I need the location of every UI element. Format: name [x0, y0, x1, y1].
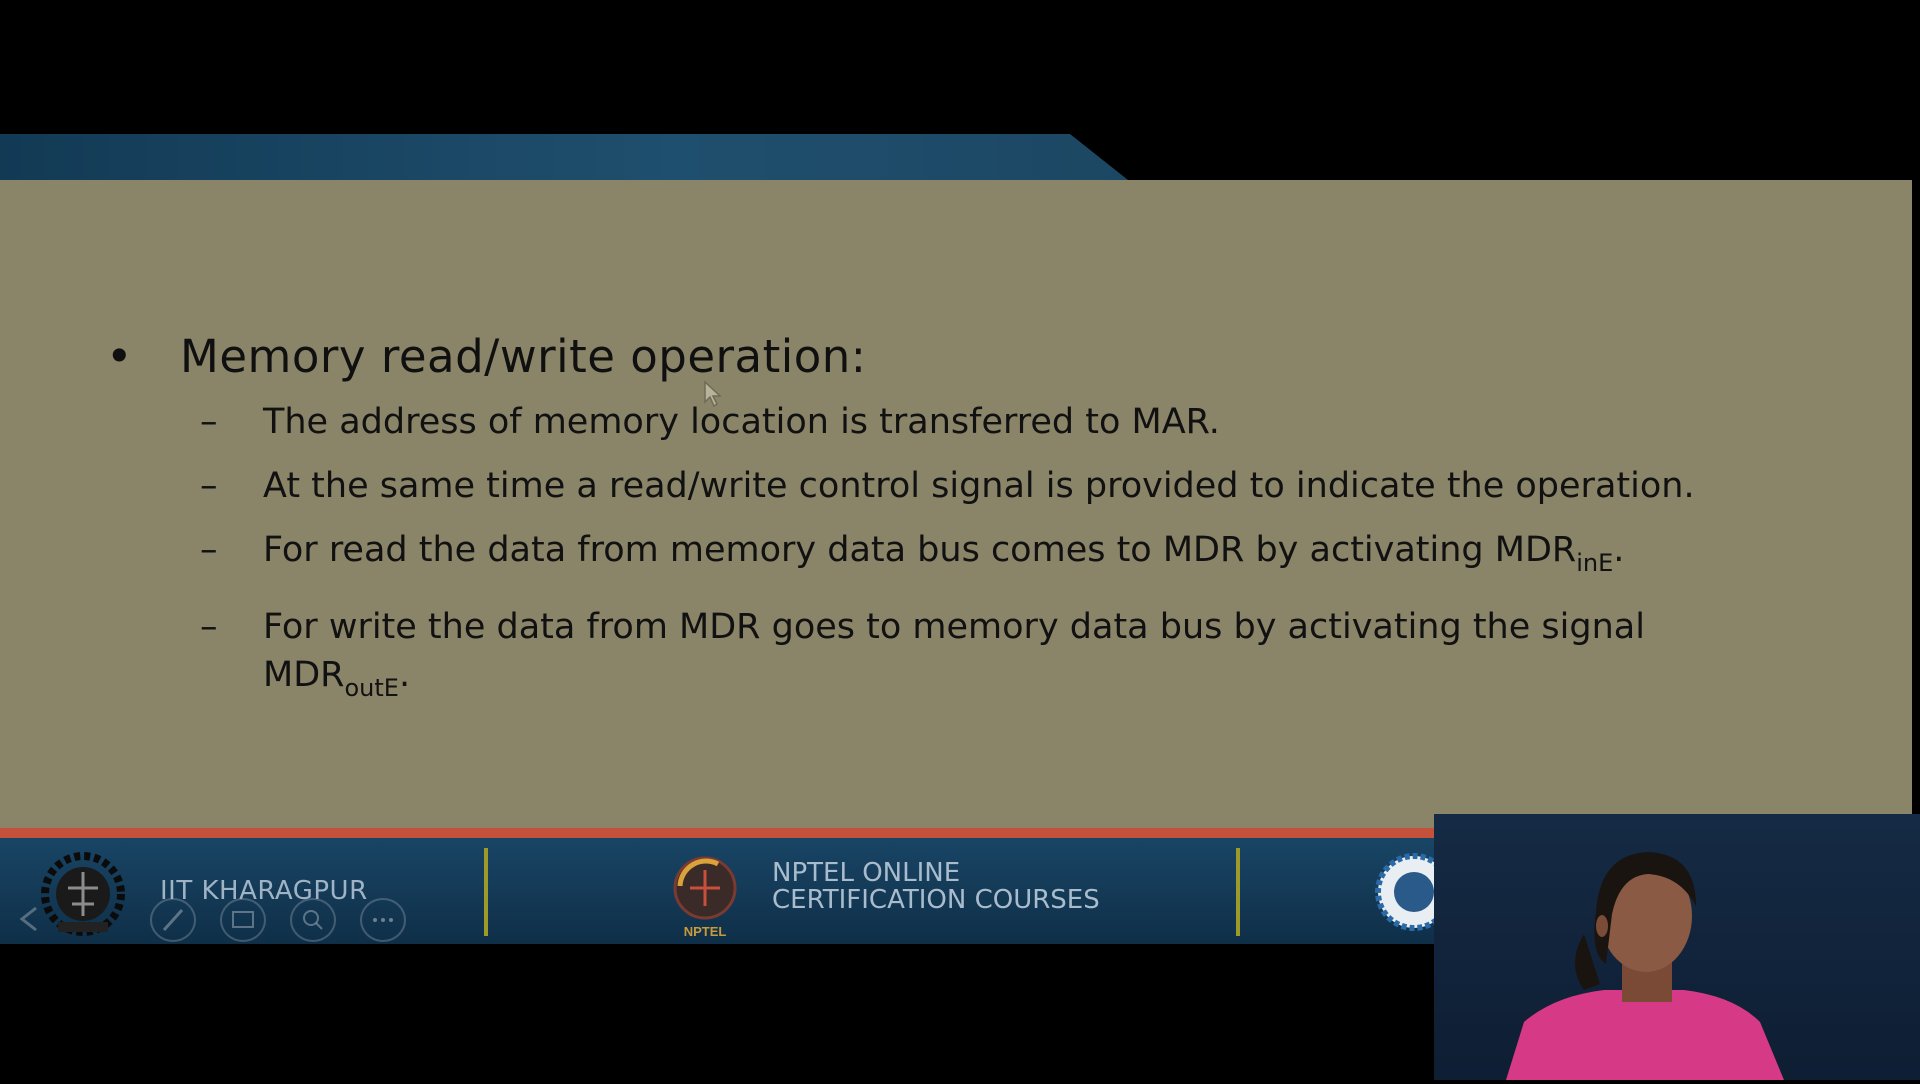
sentence-end: . [1613, 530, 1625, 570]
dash-marker: – [200, 607, 218, 647]
pen-icon[interactable] [150, 898, 196, 942]
dash-marker: – [200, 402, 218, 442]
presenter-video-icon [1506, 852, 1784, 1080]
more-icon[interactable] [360, 898, 406, 942]
nptel-line-2: CERTIFICATION COURSES [772, 885, 1100, 915]
presenter-webcam [1434, 814, 1920, 1080]
slides-icon[interactable] [220, 898, 266, 942]
footer-divider [484, 848, 488, 936]
nptel-logo-icon: NPTEL [673, 856, 737, 939]
subscript-ine: inE [1576, 549, 1614, 577]
mouse-cursor-icon [704, 380, 722, 408]
zoom-icon[interactable] [290, 898, 336, 942]
sub-bullet-item: – For write the data from MDR goes to me… [200, 603, 1800, 712]
sub-bullet-text: For write the data from MDR goes to memo… [263, 607, 1645, 695]
sub-bullet-text: At the same time a read/write control si… [263, 466, 1695, 506]
sentence-end: . [398, 655, 411, 695]
nptel-logo-text: NPTEL [684, 924, 727, 939]
dash-marker: – [200, 530, 218, 570]
sub-bullet-item: – The address of memory location is tran… [200, 398, 1800, 446]
sub-bullet-list: – The address of memory location is tran… [200, 398, 1800, 728]
footer-divider [1236, 848, 1240, 936]
slide-title-strip [0, 134, 1128, 180]
sub-bullet-text: For read the data from memory data bus c… [263, 530, 1577, 570]
sub-bullet-item: – For read the data from memory data bus… [200, 526, 1800, 587]
main-bullet-text: Memory read/write operation: [180, 330, 867, 383]
nptel-course-label: NPTEL ONLINE CERTIFICATION COURSES [772, 860, 1100, 914]
dash-marker: – [200, 466, 218, 506]
sub-bullet-item: – At the same time a read/write control … [200, 462, 1800, 510]
slide-player-controls [0, 890, 420, 946]
sub-bullet-text: The address of memory location is transf… [263, 402, 1220, 442]
prev-icon[interactable] [10, 904, 50, 934]
nptel-line-1: NPTEL ONLINE [772, 858, 961, 888]
slide-content: • Memory read/write operation: – The add… [0, 180, 1912, 828]
bullet-dot: • [106, 330, 134, 383]
subscript-oute: outE [344, 674, 399, 702]
